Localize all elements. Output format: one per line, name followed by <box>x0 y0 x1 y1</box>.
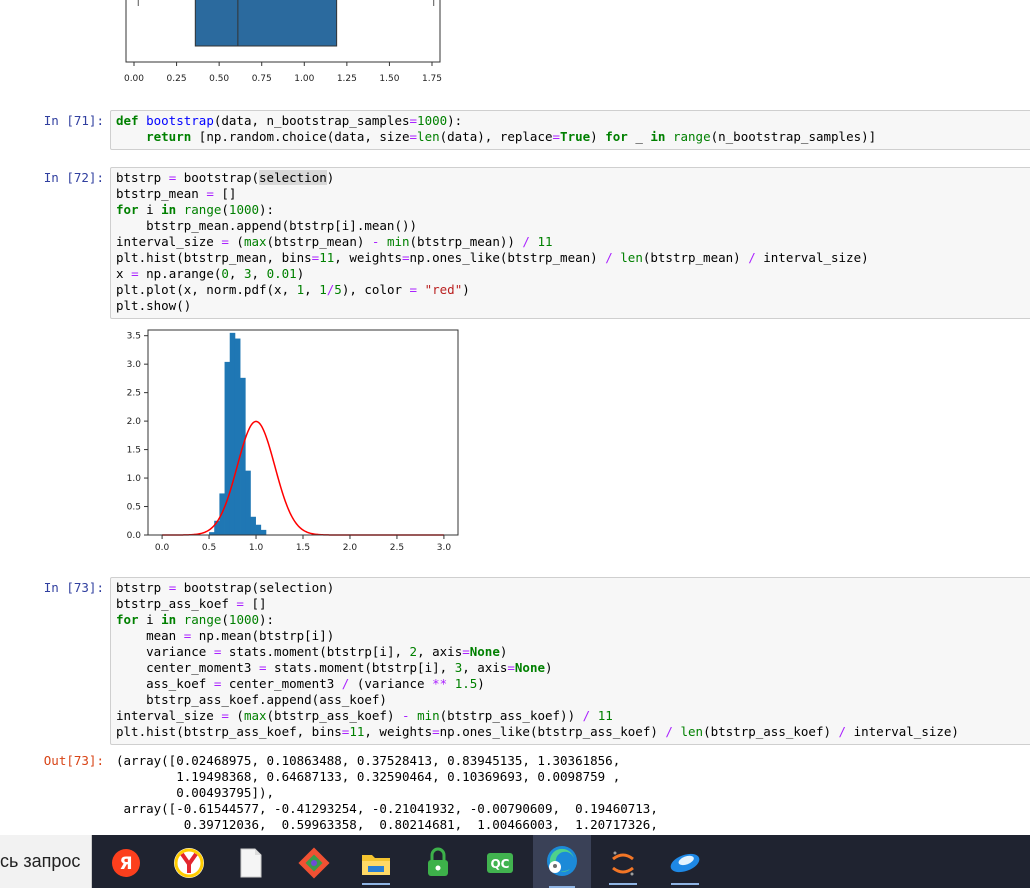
histogram-x-tick-label: 0.0 <box>155 543 170 553</box>
histogram-bar <box>229 332 236 535</box>
qc-icon[interactable]: QC <box>478 841 522 885</box>
histogram-x-tick-label: 0.5 <box>202 543 216 553</box>
histogram-bar <box>224 361 231 535</box>
histogram-bar <box>250 516 256 535</box>
jupyter-active-indicator <box>609 883 637 885</box>
cell-72-input[interactable]: btstrp = bootstrap(selection) btstrp_mea… <box>110 167 1030 319</box>
jupyter-glyph <box>612 851 634 876</box>
yandex-browser-glyph <box>174 848 204 878</box>
boxplot-x-tick-label: 1.00 <box>294 74 314 84</box>
taskbar: сь запрос Я QC <box>0 835 1030 888</box>
histogram-x-tick-label: 2.5 <box>390 543 404 553</box>
histogram-x-tick-label: 1.0 <box>249 543 264 553</box>
histogram-bar <box>260 529 267 535</box>
boxplot-x-tick-label: 0.50 <box>209 74 229 84</box>
histogram-y-tick-label: 3.0 <box>127 360 142 370</box>
edge-icon[interactable] <box>533 835 591 888</box>
cell-73-output-prompt: Out[73]: <box>43 753 104 768</box>
folder-glyph <box>362 855 390 875</box>
svg-text:Я: Я <box>119 854 132 874</box>
histogram-y-tick-label: 2.0 <box>127 417 142 427</box>
histogram-bar <box>234 338 241 535</box>
svg-text:QC: QC <box>490 857 509 871</box>
git-glyph <box>298 847 330 879</box>
app-glyph <box>670 853 700 873</box>
taskbar-search-box[interactable]: сь запрос <box>0 835 92 888</box>
histogram-bar <box>255 524 262 535</box>
boxplot-x-tick-label: 1.50 <box>379 74 399 84</box>
cell-73-input[interactable]: btstrp = bootstrap(selection) btstrp_ass… <box>110 577 1030 745</box>
explorer-active-indicator <box>362 883 390 885</box>
edge-glyph <box>547 846 577 876</box>
cell-71-prompt: In [71]: <box>43 113 104 128</box>
qc-glyph: QC <box>487 853 513 873</box>
boxplot-x-tick-label: 1.25 <box>337 74 357 84</box>
histogram-bar <box>245 470 251 535</box>
yandex-icon[interactable]: Я <box>104 841 148 885</box>
histogram-y-tick-label: 3.5 <box>127 332 141 342</box>
histogram-x-tick-label: 3.0 <box>437 543 452 553</box>
histogram-y-tick-label: 1.0 <box>127 474 142 484</box>
git-icon[interactable] <box>292 841 336 885</box>
file-explorer-icon[interactable] <box>354 841 398 885</box>
histogram-frame <box>147 329 459 536</box>
cell-73-code[interactable]: btstrp = bootstrap(selection) btstrp_ass… <box>116 580 959 740</box>
file-glyph <box>240 848 262 878</box>
histogram-x-tick-label: 1.5 <box>296 543 310 553</box>
cell-72-prompt: In [72]: <box>43 170 104 185</box>
cell-71-code[interactable]: def bootstrap(data, n_bootstrap_samples=… <box>116 113 876 145</box>
boxplot-x-tick-label: 0.75 <box>252 74 272 84</box>
histogram-y-tick-label: 2.5 <box>127 389 141 399</box>
boxplot-x-tick-label: 0.00 <box>124 74 144 84</box>
app-active-indicator <box>671 883 699 885</box>
file-icon[interactable] <box>229 841 273 885</box>
histogram-y-tick-label: 0.5 <box>127 503 141 513</box>
jupyter-icon[interactable] <box>601 841 645 885</box>
histogram-bar <box>240 377 246 535</box>
histogram-y-tick-label: 1.5 <box>127 446 141 456</box>
boxplot-output: 0.00 0.25 0.50 0.75 1.00 1.25 1.50 1.75 <box>124 0 442 84</box>
histogram-x-tick-label: 2.0 <box>343 543 358 553</box>
vpn-lock-icon[interactable] <box>416 841 460 885</box>
boxplot-x-tick-label: 0.25 <box>167 74 187 84</box>
histogram-chart: 0.0 0.5 1.0 1.5 2.0 2.5 3.0 0.0 0.5 1.0 1.5 2.0 2.5 3… <box>127 329 459 553</box>
boxplot-x-tick-label: 1.75 <box>422 74 442 84</box>
yandex-browser-icon[interactable] <box>167 841 211 885</box>
boxplot-box <box>194 0 338 47</box>
app-icon[interactable] <box>663 841 707 885</box>
cell-72-code[interactable]: btstrp = bootstrap(selection) btstrp_mea… <box>116 170 869 314</box>
cell-71-input[interactable]: def bootstrap(data, n_bootstrap_samples=… <box>110 110 1030 150</box>
search-text: сь запрос <box>0 851 81 871</box>
cell-73-output-text: (array([0.02468975, 0.10863488, 0.375284… <box>116 753 658 832</box>
cell-73-prompt: In [73]: <box>43 580 104 595</box>
lock-glyph <box>428 847 448 876</box>
yandex-icon-glyph: Я <box>112 849 140 877</box>
histogram-y-tick-label: 0.0 <box>127 531 142 541</box>
normal-pdf-line <box>162 420 444 536</box>
